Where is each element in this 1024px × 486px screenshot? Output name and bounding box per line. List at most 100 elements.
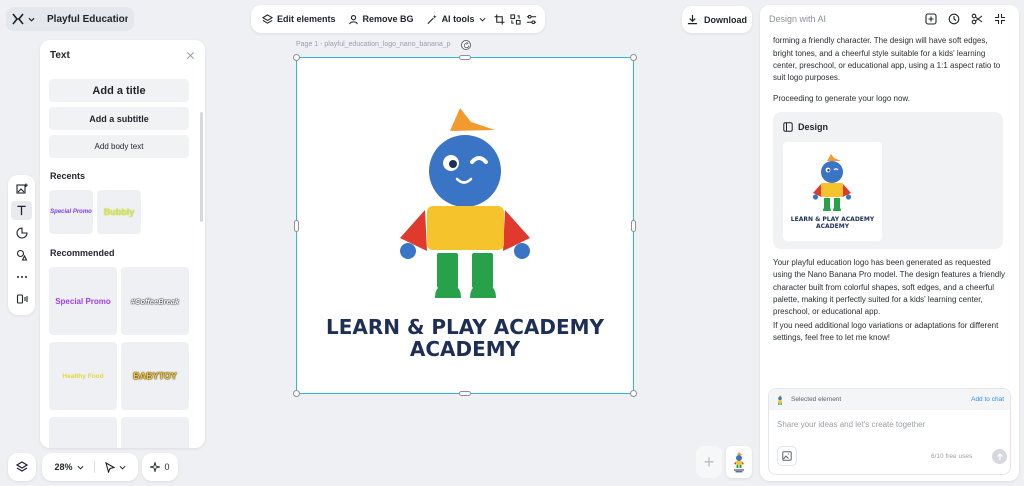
mobile-preview-icon[interactable] — [11, 289, 32, 308]
person-icon — [348, 14, 359, 25]
add-body-text-button[interactable]: Add body text — [49, 135, 189, 158]
page-thumbnail[interactable] — [726, 446, 752, 478]
remove-bg-label: Remove BG — [362, 14, 414, 24]
chat-input[interactable] — [777, 420, 997, 429]
add-title-button[interactable]: Add a title — [49, 79, 189, 102]
layers-icon — [16, 461, 28, 473]
download-label: Download — [704, 14, 747, 25]
recommended-text-style[interactable] — [121, 417, 189, 448]
layers-icon — [262, 13, 273, 25]
design-with-ai-panel: Design with AI Nano Banana Pro model, fe… — [760, 5, 1019, 481]
layers-button[interactable] — [8, 453, 36, 481]
generated-logo-thumbnail[interactable]: LEARN & PLAY ACADEMY ACADEMY — [783, 142, 882, 241]
chevron-down-icon — [119, 465, 125, 470]
elements-icon[interactable] — [11, 245, 32, 264]
scissors-icon[interactable] — [970, 12, 984, 26]
add-to-chat-link[interactable]: Add to chat — [971, 396, 1004, 403]
new-chat-icon[interactable] — [924, 12, 938, 26]
text-panel: Text Add a title Add a subtitle Add body… — [40, 40, 205, 448]
chevron-down-icon — [28, 16, 35, 23]
ai-message-result: Your playful education logo has been gen… — [773, 258, 1005, 317]
left-tool-rail — [8, 175, 35, 315]
free-uses-counter: 6/10 free uses — [931, 453, 973, 460]
project-title: Playful Education Lo — [47, 13, 128, 25]
magic-wand-icon — [426, 14, 438, 25]
design-label: Design — [783, 122, 828, 132]
image-icon — [782, 451, 792, 461]
divider — [93, 461, 95, 473]
cursor-mode-dropdown[interactable] — [104, 461, 126, 473]
edit-elements-button[interactable]: Edit elements — [257, 8, 341, 30]
edit-elements-label: Edit elements — [277, 14, 336, 24]
design-label-text: Design — [798, 122, 829, 132]
zoom-and-cursor-controls: 28% — [42, 453, 138, 481]
more-icon[interactable] — [11, 267, 32, 286]
page-filename-text: Page 1 - playful_education_logo_nano_ban… — [296, 41, 451, 48]
arrow-up-icon — [996, 452, 1003, 460]
history-icon[interactable] — [947, 12, 961, 26]
add-subtitle-button[interactable]: Add a subtitle — [49, 107, 189, 130]
adjust-sliders-icon[interactable] — [525, 8, 539, 30]
add-page-button[interactable]: + — [696, 446, 722, 478]
chevron-down-icon — [479, 16, 486, 23]
replace-icon[interactable] — [509, 8, 523, 30]
text-tool-icon[interactable] — [11, 201, 32, 220]
chevron-down-icon — [77, 465, 83, 470]
recommended-text-style[interactable] — [49, 417, 117, 448]
recommended-text-style[interactable]: Healthy Food — [49, 342, 117, 410]
recommended-label: Recommended — [50, 248, 115, 258]
sparkle-icon — [150, 462, 161, 472]
shapes-icon[interactable] — [11, 223, 32, 242]
recommended-text-style[interactable]: BABYTOY — [121, 342, 189, 410]
resize-handle-bottom[interactable] — [459, 391, 471, 396]
collapse-icon[interactable] — [993, 12, 1007, 26]
image-toolbar: Edit elements Remove BG AI tools — [251, 5, 545, 33]
selected-element-row: Selected element Add to chat — [769, 389, 1010, 410]
attach-image-button[interactable] — [777, 446, 797, 466]
resize-handle-right[interactable] — [631, 220, 636, 232]
ai-message-followup: If you need additional logo variations o… — [773, 321, 999, 343]
recent-text-style[interactable]: Special Promo — [49, 190, 93, 234]
resize-handle-top[interactable] — [459, 55, 471, 60]
app-title-menu[interactable]: Playful Education Lo — [6, 7, 134, 31]
download-icon — [687, 14, 698, 25]
generated-logo-image: LEARN & PLAY ACADEMY ACADEMY — [791, 154, 875, 230]
canvas-selected-image[interactable]: LEARN & PLAY ACADEMY ACADEMY — [293, 54, 637, 397]
recent-text-style[interactable]: Bubbly — [97, 190, 141, 234]
ai-message-proceeding: Proceeding to generate your logo now. — [773, 94, 910, 103]
resize-handle-bottom-left[interactable] — [293, 390, 300, 397]
recommended-style-label: BABYTOY — [133, 371, 177, 381]
recommended-text-style[interactable]: #CoffeeBreak — [121, 267, 189, 335]
generated-design-card[interactable]: Design LEARN & PLAY ACADEMY ACADEMY — [773, 112, 1003, 249]
logo-artwork: LEARN & PLAY ACADEMY ACADEMY — [326, 108, 605, 361]
resize-handle-top-left[interactable] — [293, 54, 300, 61]
remove-bg-button[interactable]: Remove BG — [343, 8, 419, 30]
points-button[interactable]: 0 — [142, 453, 178, 481]
ai-panel-header: Design with AI — [760, 5, 1019, 33]
recent-style-label: Special Promo — [50, 209, 92, 215]
recommended-text-style[interactable]: Special Promo — [49, 267, 117, 335]
recommended-style-label: #CoffeeBreak — [130, 296, 180, 306]
resize-handle-top-right[interactable] — [630, 54, 637, 61]
points-count: 0 — [164, 462, 170, 472]
page-filename-label: Page 1 - playful_education_logo_nano_ban… — [296, 41, 468, 48]
thumb-headline-text: LEARN & PLAY ACADEMY — [791, 216, 875, 223]
add-image-icon[interactable] — [11, 179, 32, 198]
zoom-dropdown[interactable]: 28% — [54, 462, 83, 472]
resize-handle-bottom-right[interactable] — [630, 390, 637, 397]
download-button[interactable]: Download — [682, 6, 752, 33]
resize-handle-left[interactable] — [294, 220, 299, 232]
crop-icon[interactable] — [493, 8, 507, 30]
ai-panel-title: Design with AI — [769, 14, 827, 24]
recent-style-label: Bubbly — [103, 207, 135, 217]
text-panel-title: Text — [50, 49, 70, 61]
send-button[interactable] — [992, 449, 1007, 464]
rotate-handle[interactable] — [461, 40, 471, 50]
recommended-style-label: Special Promo — [55, 296, 111, 306]
ai-tools-dropdown[interactable]: AI tools — [421, 8, 491, 30]
ai-tools-label: AI tools — [441, 14, 475, 24]
panel-scrollbar[interactable] — [200, 112, 203, 222]
logo-headline-text: LEARN & PLAY ACADEMY — [326, 315, 605, 339]
close-icon[interactable] — [186, 51, 195, 60]
recommended-style-label: Healthy Food — [62, 372, 104, 380]
